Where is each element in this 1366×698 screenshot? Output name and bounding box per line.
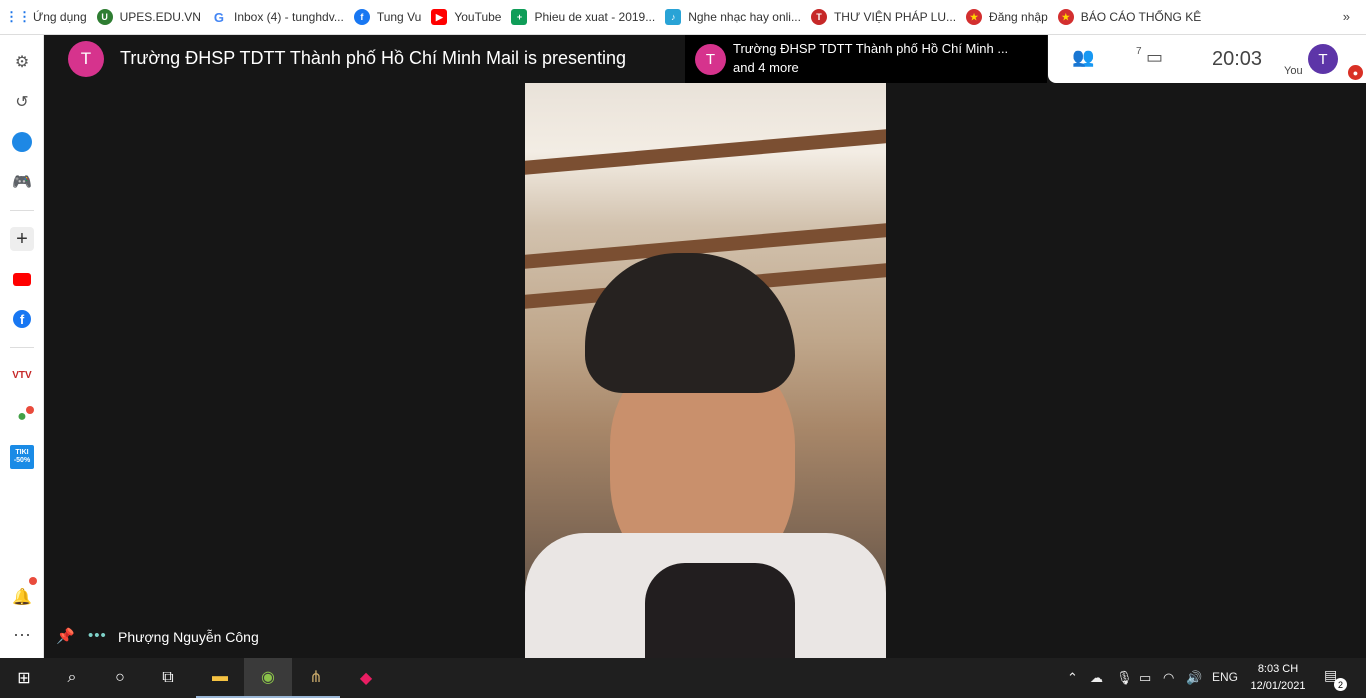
bookmark-label: UPES.EDU.VN [119,10,201,24]
gamepad-icon[interactable]: 🎮 [10,170,34,194]
meeting-controls: 👥 7 ▭ 20:03 T You ● [1048,35,1366,83]
paint-icon[interactable]: ◆ [342,658,390,698]
notification-dot [26,406,34,414]
vtv-icon[interactable]: VTV [10,363,34,387]
sidebar-divider [10,347,34,348]
meeting-time: 20:03 [1212,48,1263,70]
bookmark-label: THƯ VIỆN PHÁP LU... [833,10,957,24]
bookmark-music[interactable]: ♪ Nghe nhạc hay onli... [665,9,801,25]
browser-sidebar: ⚙ ↺ 🎮 + f VTV ● TIKI -50% 🔔 ··· [0,35,44,658]
history-icon[interactable]: ↺ [10,90,34,114]
emblem-icon: ★ [1057,9,1074,25]
law-library-icon: T [810,9,827,25]
bookmark-apps[interactable]: ⋮⋮ Ứng dụng [5,9,87,25]
language-indicator[interactable]: ENG [1212,670,1238,684]
bookmark-label: Inbox (4) - tunghdv... [233,10,344,24]
presenter-tile-more: and 4 more [733,60,799,75]
bookmark-label: BÁO CÁO THỐNG KÊ [1080,10,1202,24]
youtube-icon: ▶ [431,9,448,25]
onedrive-icon[interactable]: ☁ [1090,670,1103,686]
bookmarks-bar: ⋮⋮ Ứng dụng U UPES.EDU.VN G Inbox (4) - … [0,0,1366,35]
bookmark-label: Nghe nhạc hay onli... [688,10,801,24]
participant-video [525,83,886,658]
bell-icon[interactable]: 🔔 [10,585,34,609]
mic-off-icon: ● [1348,65,1363,80]
presenting-title: Trường ĐHSP TDTT Thành phố Hồ Chí Minh M… [120,48,627,68]
bookmark-label: Phieu de xuat - 2019... [534,10,656,24]
emblem-icon: ★ [966,9,983,25]
participant-name: Phượng Nguyễn Công [118,629,259,645]
self-avatar[interactable]: T [1308,44,1338,74]
start-icon[interactable]: ⊞ [0,658,48,698]
tiki-icon[interactable]: TIKI -50% [10,445,34,469]
messenger-icon[interactable] [10,130,34,154]
browser-icon[interactable]: ◉ [244,658,292,698]
bookmark-label: YouTube [454,10,502,24]
clock[interactable]: 8:03 CH 12/01/2021 [1248,661,1308,695]
google-icon: G [213,9,225,25]
battery-icon[interactable]: ▭ [1139,670,1151,686]
bookmark-upes[interactable]: U UPES.EDU.VN [96,9,201,25]
upes-icon: U [96,9,113,25]
chat-icon[interactable]: ▭ [1146,47,1163,68]
meeting-stage: T Trường ĐHSP TDTT Thành phố Hồ Chí Minh… [44,35,1366,658]
notification-dot [29,577,37,585]
search-icon[interactable]: ⌕ [48,658,96,698]
volume-icon[interactable]: 🔊 [1186,670,1202,686]
app-icon[interactable]: ⋔ [292,658,340,698]
bookmark-login[interactable]: ★ Đăng nhập [966,9,1048,25]
bookmark-youtube[interactable]: ▶ YouTube [431,9,501,25]
clock-date: 12/01/2021 [1250,680,1306,692]
bookmark-label: Đăng nhập [989,10,1048,24]
youtube-icon[interactable] [10,267,34,291]
ceiling-beam [525,129,886,175]
people-icon[interactable]: 👥 [1072,47,1094,68]
add-icon[interactable]: + [10,227,34,251]
presenter-tile[interactable]: T Trường ĐHSP TDTT Thành phố Hồ Chí Minh… [685,35,1047,83]
audio-indicator-icon: ••• [88,627,107,644]
presenter-avatar: T [68,41,104,77]
bookmark-label: Ứng dụng [33,10,87,24]
sheets-icon: + [511,9,528,25]
cortana-icon[interactable]: ○ [96,658,144,698]
notification-count: 2 [1334,678,1347,691]
bookmarks-overflow-button[interactable]: » [1343,9,1350,24]
bookmark-law[interactable]: T THƯ VIỆN PHÁP LU... [810,9,957,25]
sidebar-divider [10,210,34,211]
music-icon: ♪ [665,9,682,25]
bookmark-tung-vu[interactable]: f Tung Vu [353,9,422,25]
clock-time: 8:03 CH [1257,663,1299,675]
person-shirt [645,563,795,658]
more-options-icon[interactable]: ··· [10,622,34,646]
windows-taskbar: ⊞ ⌕ ○ ⧉ ▬ ◉ ⋔ ◆ ⌃ ☁ 🎙 ▭ ◠ 🔊 ENG 8:03 CH … [0,658,1366,698]
facebook-icon[interactable]: f [10,307,34,331]
bookmark-label: Tung Vu [376,10,422,24]
bookmark-phieu[interactable]: + Phieu de xuat - 2019... [511,9,655,25]
self-label: You [1284,65,1303,77]
bookmark-inbox[interactable]: G Inbox (4) - tunghdv... [211,9,344,25]
task-view-icon[interactable]: ⧉ [144,658,192,698]
mic-icon[interactable]: 🎙 [1116,670,1133,686]
settings-icon[interactable]: ⚙ [10,50,34,74]
apps-grid-icon: ⋮⋮ [5,9,31,24]
pin-icon[interactable]: 📌 [56,627,75,645]
bookmark-report[interactable]: ★ BÁO CÁO THỐNG KÊ [1057,9,1202,25]
wifi-icon[interactable]: ◠ [1163,670,1174,686]
presenter-tile-avatar: T [695,44,726,75]
chevron-up-icon[interactable]: ⌃ [1067,670,1078,686]
presenter-tile-name: Trường ĐHSP TDTT Thành phố Hồ Chí Minh .… [733,41,1009,56]
facebook-icon: f [353,9,370,25]
file-explorer-icon[interactable]: ▬ [196,658,244,698]
participants-count: 7 [1136,46,1142,57]
